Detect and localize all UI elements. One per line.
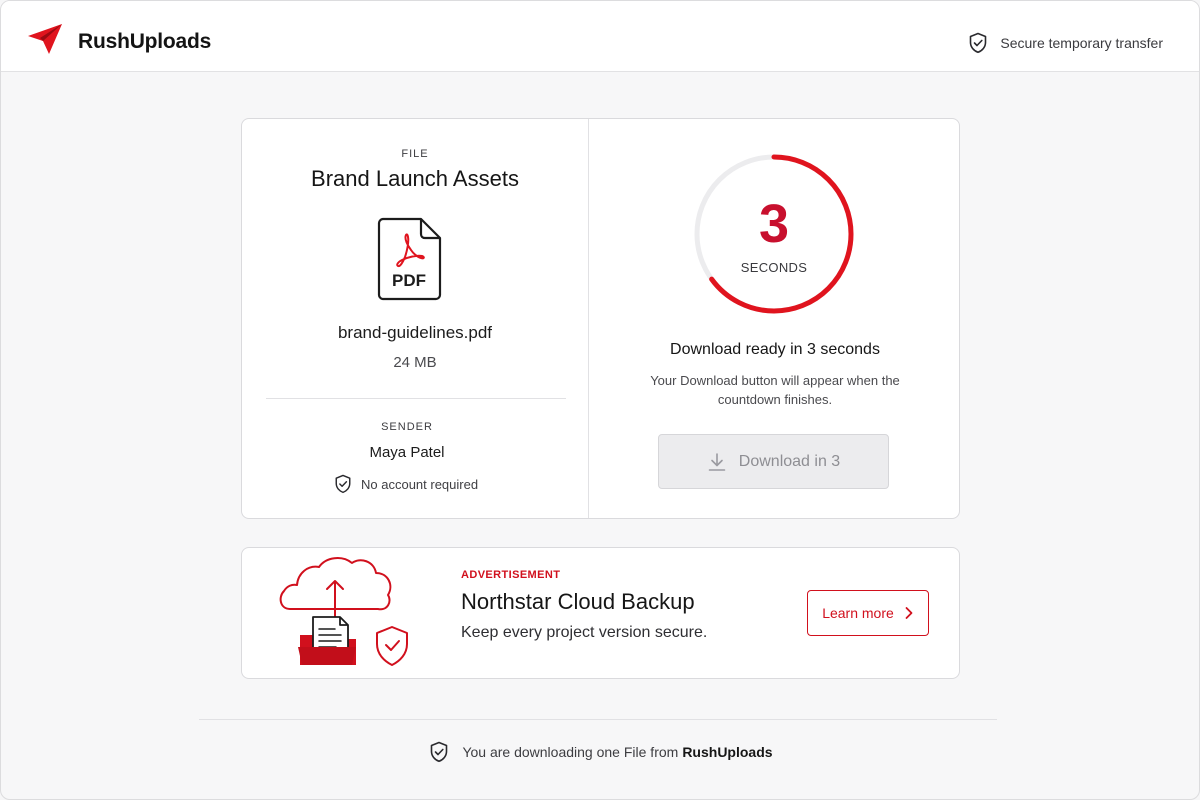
ad-tag: ADVERTISEMENT xyxy=(461,569,561,581)
top-header: RushUploads Secure temporary transfer xyxy=(1,1,1199,72)
section-divider xyxy=(266,398,566,399)
download-icon xyxy=(708,452,726,471)
learn-more-button[interactable]: Learn more xyxy=(807,590,929,636)
sender-name: Maya Patel xyxy=(369,444,445,461)
download-card: FILE Brand Launch Assets PDF brand-guide… xyxy=(241,118,960,519)
ad-subtitle: Keep every project version secure. xyxy=(461,624,708,641)
file-title: Brand Launch Assets xyxy=(311,166,519,191)
card-divider xyxy=(588,119,589,518)
file-size: 24 MB xyxy=(393,354,437,371)
footer: You are downloading one File from RushUp… xyxy=(1,741,1199,763)
footer-divider xyxy=(199,719,997,720)
secure-indicator: Secure temporary transfer xyxy=(968,32,1163,54)
learn-more-label: Learn more xyxy=(822,605,894,621)
footer-text: You are downloading one File from xyxy=(462,744,679,760)
advertisement-banner[interactable]: ADVERTISEMENT Northstar Cloud Backup Kee… xyxy=(241,547,960,679)
sender-section-label: SENDER xyxy=(381,421,433,433)
no-account-text: No account required xyxy=(361,476,479,492)
download-button-label: Download in 3 xyxy=(738,452,841,470)
pdf-icon-text: PDF xyxy=(392,271,426,290)
countdown-description: Your Download button will appear when th… xyxy=(650,373,900,407)
countdown-number: 3 xyxy=(758,194,790,254)
paper-plane-icon[interactable] xyxy=(27,23,63,55)
brand-name[interactable]: RushUploads xyxy=(78,30,211,54)
countdown-title: Download ready in 3 seconds xyxy=(670,341,880,358)
no-account-note: No account required xyxy=(334,474,478,494)
page-frame: RushUploads Secure temporary transfer FI… xyxy=(0,0,1200,800)
file-name: brand-guidelines.pdf xyxy=(337,323,493,342)
secure-transfer-text: Secure temporary transfer xyxy=(1000,35,1163,51)
chevron-right-icon xyxy=(905,607,913,619)
file-section-label: FILE xyxy=(401,148,429,160)
shield-check-icon xyxy=(970,32,987,54)
download-button[interactable]: Download in 3 xyxy=(658,434,889,489)
shield-check-icon xyxy=(431,741,448,763)
pdf-file-icon: PDF xyxy=(377,217,442,301)
ad-title: Northstar Cloud Backup xyxy=(461,589,695,614)
cloud-upload-icon xyxy=(279,557,408,666)
countdown-unit: SECONDS xyxy=(740,260,808,275)
footer-brand[interactable]: RushUploads xyxy=(682,744,772,760)
shield-check-icon xyxy=(335,474,351,494)
